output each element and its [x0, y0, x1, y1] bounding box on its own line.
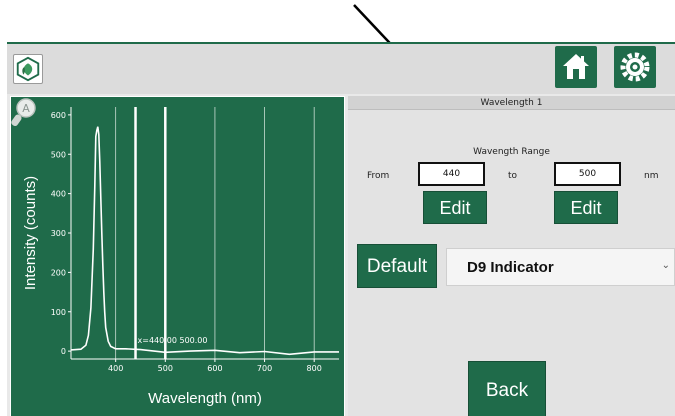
range-title: Wavength Range	[473, 147, 550, 157]
plant-leaf-logo-icon	[13, 54, 43, 84]
y-tick-label: 200	[51, 268, 66, 277]
gear-icon	[620, 52, 650, 82]
edit-to-button[interactable]: Edit	[554, 191, 618, 224]
y-tick-label: 500	[51, 150, 66, 159]
home-button[interactable]	[555, 46, 597, 88]
x-tick-label: 500	[158, 364, 173, 373]
indicator-selected-value: D9 Indicator	[467, 259, 554, 276]
cursor-readout: x=440.00 500.00	[138, 336, 208, 345]
spectrum-line	[70, 126, 339, 356]
top-bar	[7, 44, 675, 94]
to-label: to	[508, 171, 518, 181]
svg-text:A: A	[22, 102, 30, 115]
y-tick-label: 100	[51, 308, 66, 317]
y-axis-title: Intensity (counts)	[22, 176, 39, 290]
unit-label: nm	[644, 171, 659, 181]
edit-from-button[interactable]: Edit	[423, 191, 487, 224]
home-icon	[563, 54, 589, 79]
from-wavelength-field[interactable]: 440	[418, 162, 485, 186]
x-tick-label: 600	[207, 364, 222, 373]
from-label: From	[367, 171, 390, 181]
x-axis-title: Wavelength (nm)	[148, 390, 262, 407]
spectrum-chart[interactable]: 0 100 200 300 400 500 600 400 500 600 700 800 x=440.…	[10, 96, 345, 416]
indicator-dropdown[interactable]: D9 Indicator ⌄	[446, 248, 675, 286]
x-tick-label: 700	[257, 364, 272, 373]
wavelength-title: Wavelength 1	[348, 96, 675, 110]
y-tick-label: 400	[51, 190, 66, 199]
to-wavelength-field[interactable]: 500	[554, 162, 621, 186]
x-tick-label: 800	[307, 364, 322, 373]
y-tick-label: 600	[51, 111, 66, 120]
x-tick-label: 400	[108, 364, 123, 373]
wavelength-settings-panel: Wavelength 1 Wavength Range From 440 to …	[348, 96, 675, 416]
magnifier-icon[interactable]: A	[11, 97, 37, 127]
y-tick-label: 0	[61, 347, 66, 356]
y-tick-label: 300	[51, 229, 66, 238]
app-window: 0 100 200 300 400 500 600 400 500 600 700 800 x=440.…	[7, 42, 675, 416]
default-button[interactable]: Default	[357, 244, 437, 288]
back-button[interactable]: Back	[468, 361, 546, 416]
settings-button[interactable]	[614, 46, 656, 88]
chevron-down-icon: ⌄	[661, 260, 670, 271]
